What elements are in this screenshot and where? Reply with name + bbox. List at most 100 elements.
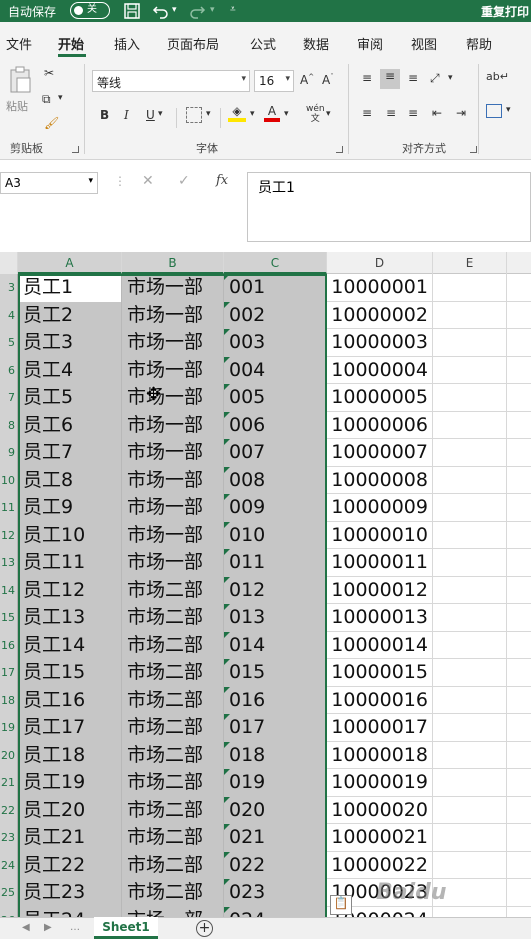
sheet-more-icon[interactable]: …	[70, 922, 80, 933]
cell-b[interactable]: 市场一部	[122, 466, 224, 494]
error-indicator-icon[interactable]	[224, 824, 230, 830]
cell-b[interactable]: 市场一部	[122, 356, 224, 384]
cell-b[interactable]: 市场一部	[122, 906, 224, 917]
cell-c[interactable]: 004	[224, 356, 327, 384]
drag-handle-icon[interactable]: ⋮	[114, 174, 126, 188]
decrease-indent-icon[interactable]: ⇤	[428, 106, 446, 120]
row-header[interactable]: 16	[0, 631, 18, 659]
cell-a[interactable]: 员工14	[18, 631, 122, 659]
cell-d[interactable]: 10000003	[327, 329, 433, 357]
cell-a[interactable]: 员工1	[18, 274, 122, 302]
row-header[interactable]: 11	[0, 494, 18, 522]
cell-e[interactable]	[433, 329, 507, 357]
cell-e[interactable]	[433, 686, 507, 714]
cell-e[interactable]	[433, 714, 507, 742]
cell-b[interactable]: 市场二部	[122, 631, 224, 659]
cell-a[interactable]: 员工15	[18, 659, 122, 687]
cell-b[interactable]: 市场二部	[122, 604, 224, 632]
cell-a[interactable]: 员工16	[18, 686, 122, 714]
row-header[interactable]: 17	[0, 659, 18, 687]
cell-c[interactable]: 008	[224, 466, 327, 494]
borders-icon[interactable]	[186, 107, 202, 123]
increase-font-size-icon[interactable]: A^	[300, 73, 314, 87]
cell-b[interactable]: 市场一部	[122, 494, 224, 522]
cell-d[interactable]: 10000009	[327, 494, 433, 522]
cell-c[interactable]: 012	[224, 576, 327, 604]
fill-color-dropdown-icon[interactable]: ▾	[250, 109, 255, 119]
cell-d[interactable]: 10000014	[327, 631, 433, 659]
phonetic-guide-icon[interactable]: wén 文	[306, 104, 325, 124]
cell-d[interactable]: 10000005	[327, 384, 433, 412]
cell-e[interactable]	[433, 576, 507, 604]
row-header[interactable]: 25	[0, 879, 18, 907]
row-header[interactable]: 3	[0, 274, 18, 302]
name-box[interactable]: A3 ▾	[0, 172, 98, 194]
cell-d[interactable]: 10000007	[327, 439, 433, 467]
cell-d[interactable]: 10000019	[327, 769, 433, 797]
cell-a[interactable]: 员工8	[18, 466, 122, 494]
insert-function-button[interactable]: fx	[216, 173, 228, 188]
cell-a[interactable]: 员工20	[18, 796, 122, 824]
tab-help[interactable]: 帮助	[466, 34, 492, 53]
cell-c[interactable]: 009	[224, 494, 327, 522]
cell-c[interactable]: 017	[224, 714, 327, 742]
row-header[interactable]: 6	[0, 356, 18, 384]
cell-b[interactable]: 市场一部	[122, 521, 224, 549]
error-indicator-icon[interactable]	[224, 466, 230, 473]
error-indicator-icon[interactable]	[224, 659, 230, 665]
sheet-next-icon[interactable]: ▶	[44, 922, 52, 933]
tab-formulas[interactable]: 公式	[250, 34, 276, 53]
formula-input[interactable]: 员工1	[247, 172, 531, 242]
align-top-icon[interactable]: ≡	[358, 71, 376, 85]
font-color-icon[interactable]: A	[264, 104, 280, 122]
error-indicator-icon[interactable]	[224, 906, 230, 913]
row-header[interactable]: 4	[0, 301, 18, 329]
error-indicator-icon[interactable]	[224, 879, 230, 885]
align-right-icon[interactable]: ≡	[404, 106, 422, 120]
add-sheet-icon[interactable]: +	[196, 920, 213, 937]
cell-a[interactable]: 员工23	[18, 879, 122, 907]
cell-d[interactable]: 10000021	[327, 824, 433, 852]
increase-indent-icon[interactable]: ⇥	[452, 106, 470, 120]
cell-e[interactable]	[433, 604, 507, 632]
cell-d[interactable]: 10000002	[327, 301, 433, 329]
cell-c[interactable]: 015	[224, 659, 327, 687]
error-indicator-icon[interactable]	[224, 329, 230, 335]
cell-e[interactable]	[433, 301, 507, 329]
error-indicator-icon[interactable]	[224, 301, 230, 308]
font-color-dropdown-icon[interactable]: ▾	[284, 109, 289, 119]
cell-a[interactable]: 员工3	[18, 329, 122, 357]
column-header-a[interactable]: A	[18, 252, 122, 274]
cell-a[interactable]: 员工4	[18, 356, 122, 384]
undo-icon[interactable]	[152, 2, 170, 20]
column-header-b[interactable]: B	[122, 252, 224, 274]
cell-e[interactable]	[433, 549, 507, 577]
cell-e[interactable]	[433, 356, 507, 384]
error-indicator-icon[interactable]	[224, 521, 230, 528]
sheet-prev-icon[interactable]: ◀	[22, 922, 30, 933]
cell-b[interactable]: 市场二部	[122, 769, 224, 797]
cell-d[interactable]: 10000022	[327, 851, 433, 879]
select-all-corner[interactable]	[0, 252, 18, 274]
cell-b[interactable]: 市场二部	[122, 824, 224, 852]
copy-dropdown-icon[interactable]: ▾	[58, 93, 63, 103]
format-painter-icon[interactable]: 🖌	[44, 116, 59, 130]
row-header[interactable]: 20	[0, 741, 18, 769]
cell-c[interactable]: 024	[224, 906, 327, 917]
cell-d[interactable]: 10000020	[327, 796, 433, 824]
cell-d[interactable]: 10000011	[327, 549, 433, 577]
error-indicator-icon[interactable]	[224, 604, 230, 610]
error-indicator-icon[interactable]	[224, 686, 230, 693]
row-header[interactable]: 8	[0, 411, 18, 439]
cell-b[interactable]: 市场一部	[122, 439, 224, 467]
cell-e[interactable]	[433, 466, 507, 494]
cell-e[interactable]	[433, 741, 507, 769]
font-size-dropdown[interactable]: 16 ▾	[254, 70, 294, 92]
cell-b[interactable]: 市场二部	[122, 659, 224, 687]
enter-icon[interactable]: ✓	[178, 173, 190, 189]
error-indicator-icon[interactable]	[224, 576, 230, 583]
error-indicator-icon[interactable]	[224, 714, 230, 720]
cell-b[interactable]: 市场一部	[122, 329, 224, 357]
cell-a[interactable]: 员工6	[18, 411, 122, 439]
paste-options-icon[interactable]: 📋	[330, 895, 352, 915]
